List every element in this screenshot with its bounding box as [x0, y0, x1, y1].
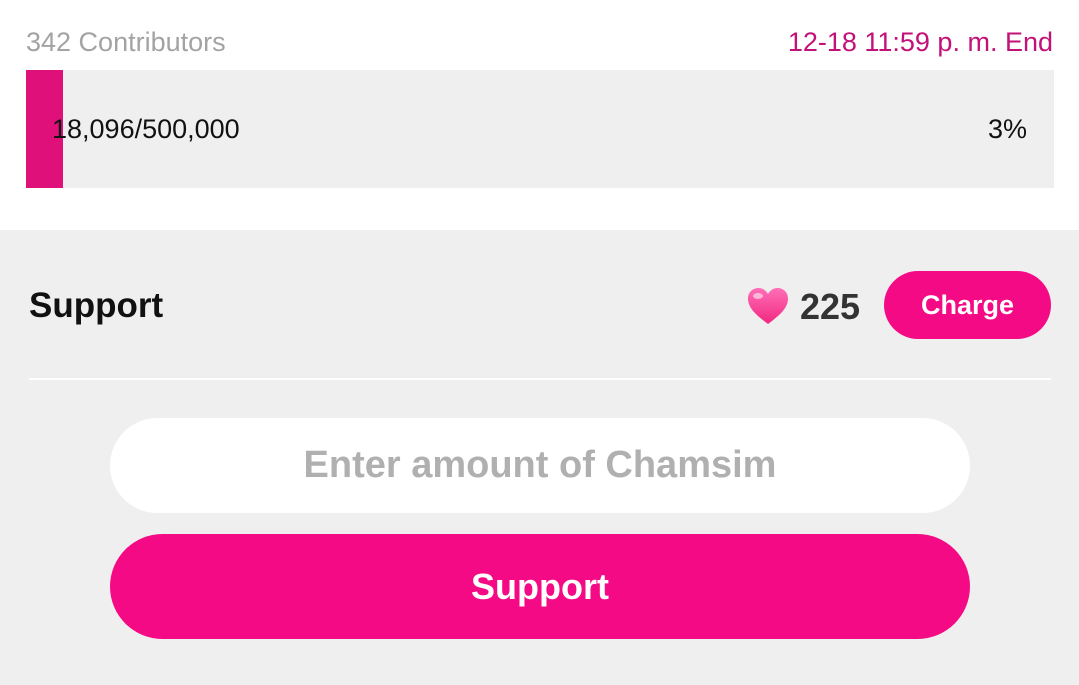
- support-submit-button[interactable]: Support: [110, 534, 970, 639]
- funding-progress-bar: 18,096/500,000 3%: [26, 70, 1054, 188]
- charge-button[interactable]: Charge: [884, 271, 1051, 339]
- heart-balance: 225: [800, 286, 861, 327]
- contributors-count: 342 Contributors: [26, 27, 226, 57]
- end-time: 12-18 11:59 p. m. End: [787, 27, 1053, 57]
- progress-percent: 3%: [987, 114, 1027, 144]
- heart-icon: [746, 286, 790, 326]
- support-title: Support: [29, 286, 164, 325]
- support-panel: Support 225 Charge Support: [0, 230, 1079, 685]
- campaign-summary: 342 Contributors 12-18 11:59 p. m. End 1…: [0, 0, 1079, 230]
- divider: [29, 378, 1051, 380]
- progress-amount: 18,096/500,000: [52, 114, 240, 144]
- amount-input[interactable]: [110, 418, 970, 513]
